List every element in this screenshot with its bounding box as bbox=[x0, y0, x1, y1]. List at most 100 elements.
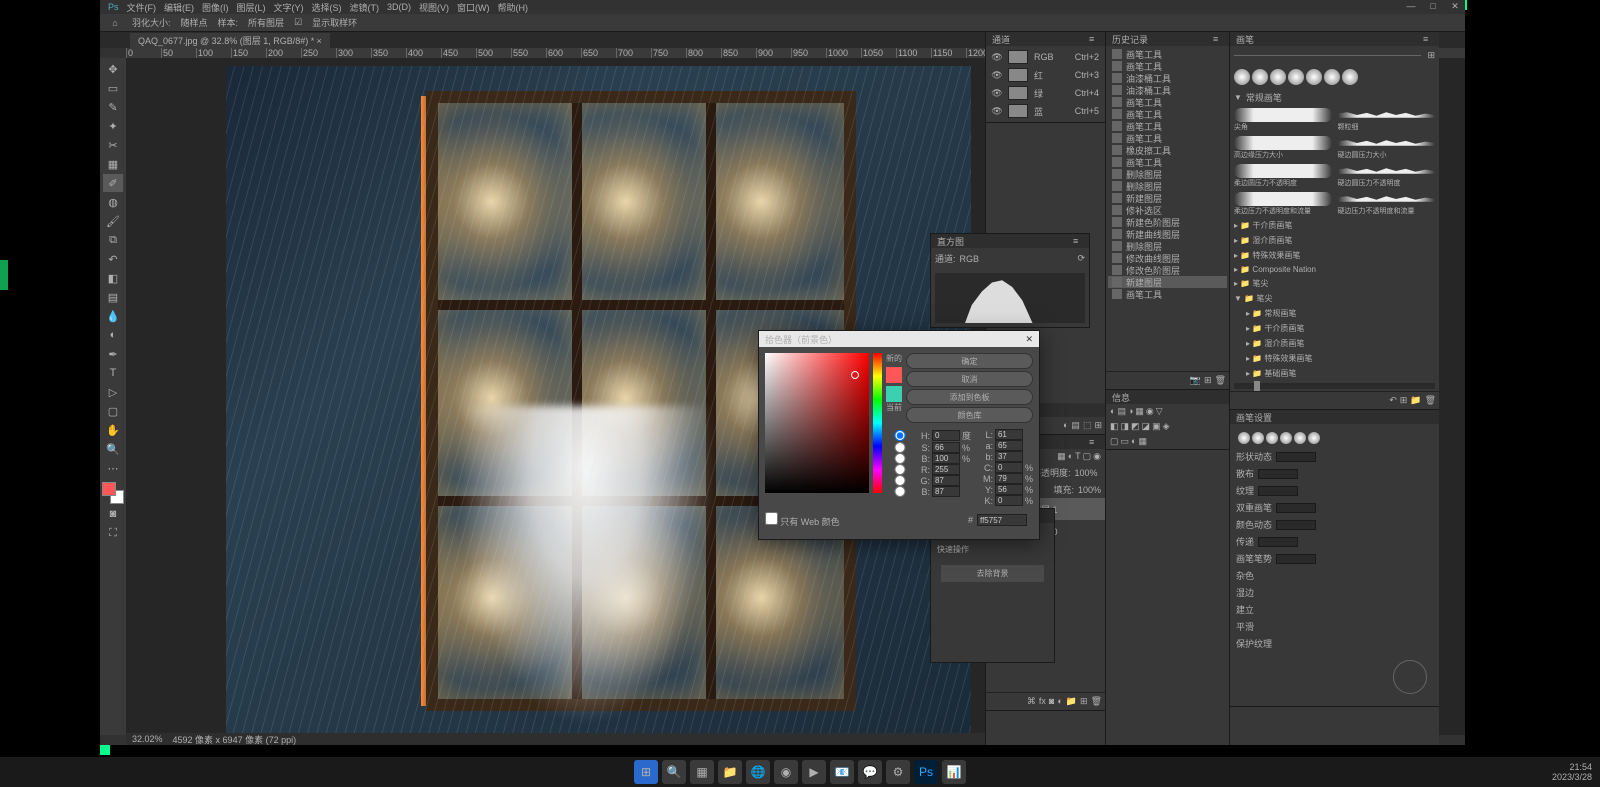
panel-menu-icon[interactable]: ≡ bbox=[1213, 34, 1223, 44]
lasso-tool[interactable]: ✎ bbox=[103, 98, 123, 116]
app-icon[interactable]: 📊 bbox=[942, 760, 966, 784]
history-item[interactable]: 画笔工具 bbox=[1108, 96, 1227, 108]
quickmask-tool[interactable]: ◙ bbox=[103, 505, 123, 523]
brush-slider[interactable] bbox=[1234, 383, 1435, 389]
channel-row[interactable]: 👁红Ctrl+3 bbox=[988, 66, 1103, 84]
history-title[interactable]: 历史记录 bbox=[1112, 33, 1148, 46]
mask-icon[interactable]: ◙ bbox=[1049, 696, 1054, 707]
edit-toolbar[interactable]: ⋯ bbox=[103, 459, 123, 477]
history-item[interactable]: 油漆桶工具 bbox=[1108, 84, 1227, 96]
b2-input[interactable] bbox=[932, 486, 960, 497]
brush-group[interactable]: ▼ 常规画笔 bbox=[1230, 89, 1439, 106]
tip-preset[interactable] bbox=[1252, 432, 1264, 444]
path-tool[interactable]: ▷ bbox=[103, 383, 123, 401]
app-icon[interactable]: 📧 bbox=[830, 760, 854, 784]
history-item[interactable]: 修补选区 bbox=[1108, 204, 1227, 216]
maximize-button[interactable]: □ bbox=[1423, 0, 1443, 12]
eraser-tool[interactable]: ◧ bbox=[103, 269, 123, 287]
new-layer-icon[interactable]: ⊞ bbox=[1080, 696, 1088, 707]
menu-select[interactable]: 选择(S) bbox=[312, 1, 342, 14]
menu-edit[interactable]: 编辑(E) bbox=[164, 1, 194, 14]
r-input[interactable] bbox=[932, 464, 960, 475]
brush-subgroup[interactable]: ▸ 📁 常规画笔 bbox=[1230, 306, 1439, 321]
move-tool[interactable]: ✥ bbox=[103, 60, 123, 78]
dodge-tool[interactable]: ◐ bbox=[103, 326, 123, 344]
tip-preset[interactable] bbox=[1266, 432, 1278, 444]
wand-tool[interactable]: ✦ bbox=[103, 117, 123, 135]
blur-tool[interactable]: 💧 bbox=[103, 307, 123, 325]
slider-thumb[interactable] bbox=[1254, 381, 1260, 391]
filter-icon[interactable]: ▦ bbox=[1057, 451, 1066, 462]
app-icon[interactable]: 💬 bbox=[858, 760, 882, 784]
brush-btn[interactable]: ⊞ bbox=[1400, 395, 1408, 406]
menu-help[interactable]: 帮助(H) bbox=[498, 1, 529, 14]
brush-subgroup[interactable]: ▸ 📁 基础画笔 bbox=[1230, 366, 1439, 381]
new-doc-icon[interactable]: ⊞ bbox=[1204, 375, 1212, 386]
color-cursor[interactable] bbox=[851, 371, 859, 379]
h-radio[interactable] bbox=[886, 430, 914, 441]
visibility-icon[interactable]: 👁 bbox=[992, 88, 1002, 98]
brush-subgroup[interactable]: ▸ 📁 干介质画笔 bbox=[1230, 321, 1439, 336]
menu-file[interactable]: 文件(F) bbox=[127, 1, 157, 14]
adj-layer-icon[interactable]: ◐ bbox=[1057, 696, 1062, 707]
explorer-icon[interactable]: 📁 bbox=[718, 760, 742, 784]
app-icon[interactable]: ⚙ bbox=[886, 760, 910, 784]
history-item[interactable]: 修改曲线图层 bbox=[1108, 252, 1227, 264]
brush-size-icon[interactable]: ⊞ bbox=[1427, 50, 1435, 61]
menu-layer[interactable]: 图层(L) bbox=[237, 1, 266, 14]
brush-preset[interactable] bbox=[1306, 69, 1322, 85]
history-item[interactable]: 新建曲线图层 bbox=[1108, 228, 1227, 240]
color-picker-dialog[interactable]: 拾色器（前景色） ✕ 新的 bbox=[758, 330, 1040, 540]
filter-icon[interactable]: ▢ bbox=[1083, 451, 1092, 462]
brush-preset[interactable] bbox=[1234, 69, 1250, 85]
b2-radio[interactable] bbox=[886, 486, 914, 497]
g-input[interactable] bbox=[932, 475, 960, 486]
link-icon[interactable]: ⌘ bbox=[1027, 696, 1036, 707]
search-icon[interactable]: 🔍 bbox=[662, 760, 686, 784]
filter-icon[interactable]: ◐ bbox=[1068, 451, 1073, 462]
taskbar-date[interactable]: 2023/3/28 bbox=[1552, 772, 1592, 782]
frame-tool[interactable]: ▦ bbox=[103, 155, 123, 173]
ps-logo-icon[interactable]: Ps bbox=[108, 2, 119, 12]
k-input[interactable] bbox=[995, 495, 1023, 506]
adj-btn[interactable]: ⬚ bbox=[1083, 420, 1092, 431]
brush-group[interactable]: ▸ 📁 特殊效果画笔 bbox=[1230, 248, 1439, 263]
tip-preset[interactable] bbox=[1280, 432, 1292, 444]
hex-input[interactable] bbox=[977, 514, 1027, 526]
history-item[interactable]: 橡皮擦工具 bbox=[1108, 144, 1227, 156]
history-item[interactable]: 油漆桶工具 bbox=[1108, 72, 1227, 84]
delete-icon[interactable]: 🗑 bbox=[1091, 696, 1102, 707]
history-item[interactable]: 画笔工具 bbox=[1108, 132, 1227, 144]
history-item[interactable]: 新建图层 bbox=[1108, 276, 1227, 288]
type-tool[interactable]: T bbox=[103, 364, 123, 382]
history-item[interactable]: 画笔工具 bbox=[1108, 288, 1227, 300]
home-icon[interactable]: ⌂ bbox=[108, 16, 122, 30]
heal-tool[interactable]: ◍ bbox=[103, 193, 123, 211]
brush-btn[interactable]: ↶ bbox=[1389, 395, 1397, 406]
start-button[interactable]: ⊞ bbox=[634, 760, 658, 784]
history-item[interactable]: 画笔工具 bbox=[1108, 108, 1227, 120]
fx-icon[interactable]: fx bbox=[1039, 696, 1046, 707]
brush-subgroup[interactable]: ▸ 📁 湿介质画笔 bbox=[1230, 336, 1439, 351]
brushes-title[interactable]: 画笔 bbox=[1236, 33, 1254, 46]
delete-icon[interactable]: 🗑 bbox=[1215, 375, 1226, 386]
b-input[interactable] bbox=[932, 453, 960, 464]
taskview-icon[interactable]: ▦ bbox=[690, 760, 714, 784]
bl-input[interactable] bbox=[995, 451, 1023, 462]
menu-type[interactable]: 文字(Y) bbox=[274, 1, 304, 14]
shape-tool[interactable]: ▢ bbox=[103, 402, 123, 420]
menu-view[interactable]: 视图(V) bbox=[419, 1, 449, 14]
opt-val-2[interactable]: 所有图层 bbox=[248, 16, 284, 29]
s-input[interactable] bbox=[932, 442, 960, 453]
s-radio[interactable] bbox=[886, 442, 914, 453]
ok-button[interactable]: 确定 bbox=[906, 353, 1033, 369]
brush-btn[interactable]: 📁 bbox=[1410, 395, 1421, 406]
history-brush-tool[interactable]: ↶ bbox=[103, 250, 123, 268]
brushset-title[interactable]: 画笔设置 bbox=[1236, 411, 1272, 424]
c-input[interactable] bbox=[995, 462, 1023, 473]
opt-val-1[interactable]: 随样点 bbox=[181, 16, 208, 29]
channel-row[interactable]: 👁绿Ctrl+4 bbox=[988, 84, 1103, 102]
brush-tool[interactable]: 🖌 bbox=[103, 212, 123, 230]
h-input[interactable] bbox=[932, 430, 960, 441]
panel-menu-icon[interactable]: ≡ bbox=[1073, 236, 1083, 246]
